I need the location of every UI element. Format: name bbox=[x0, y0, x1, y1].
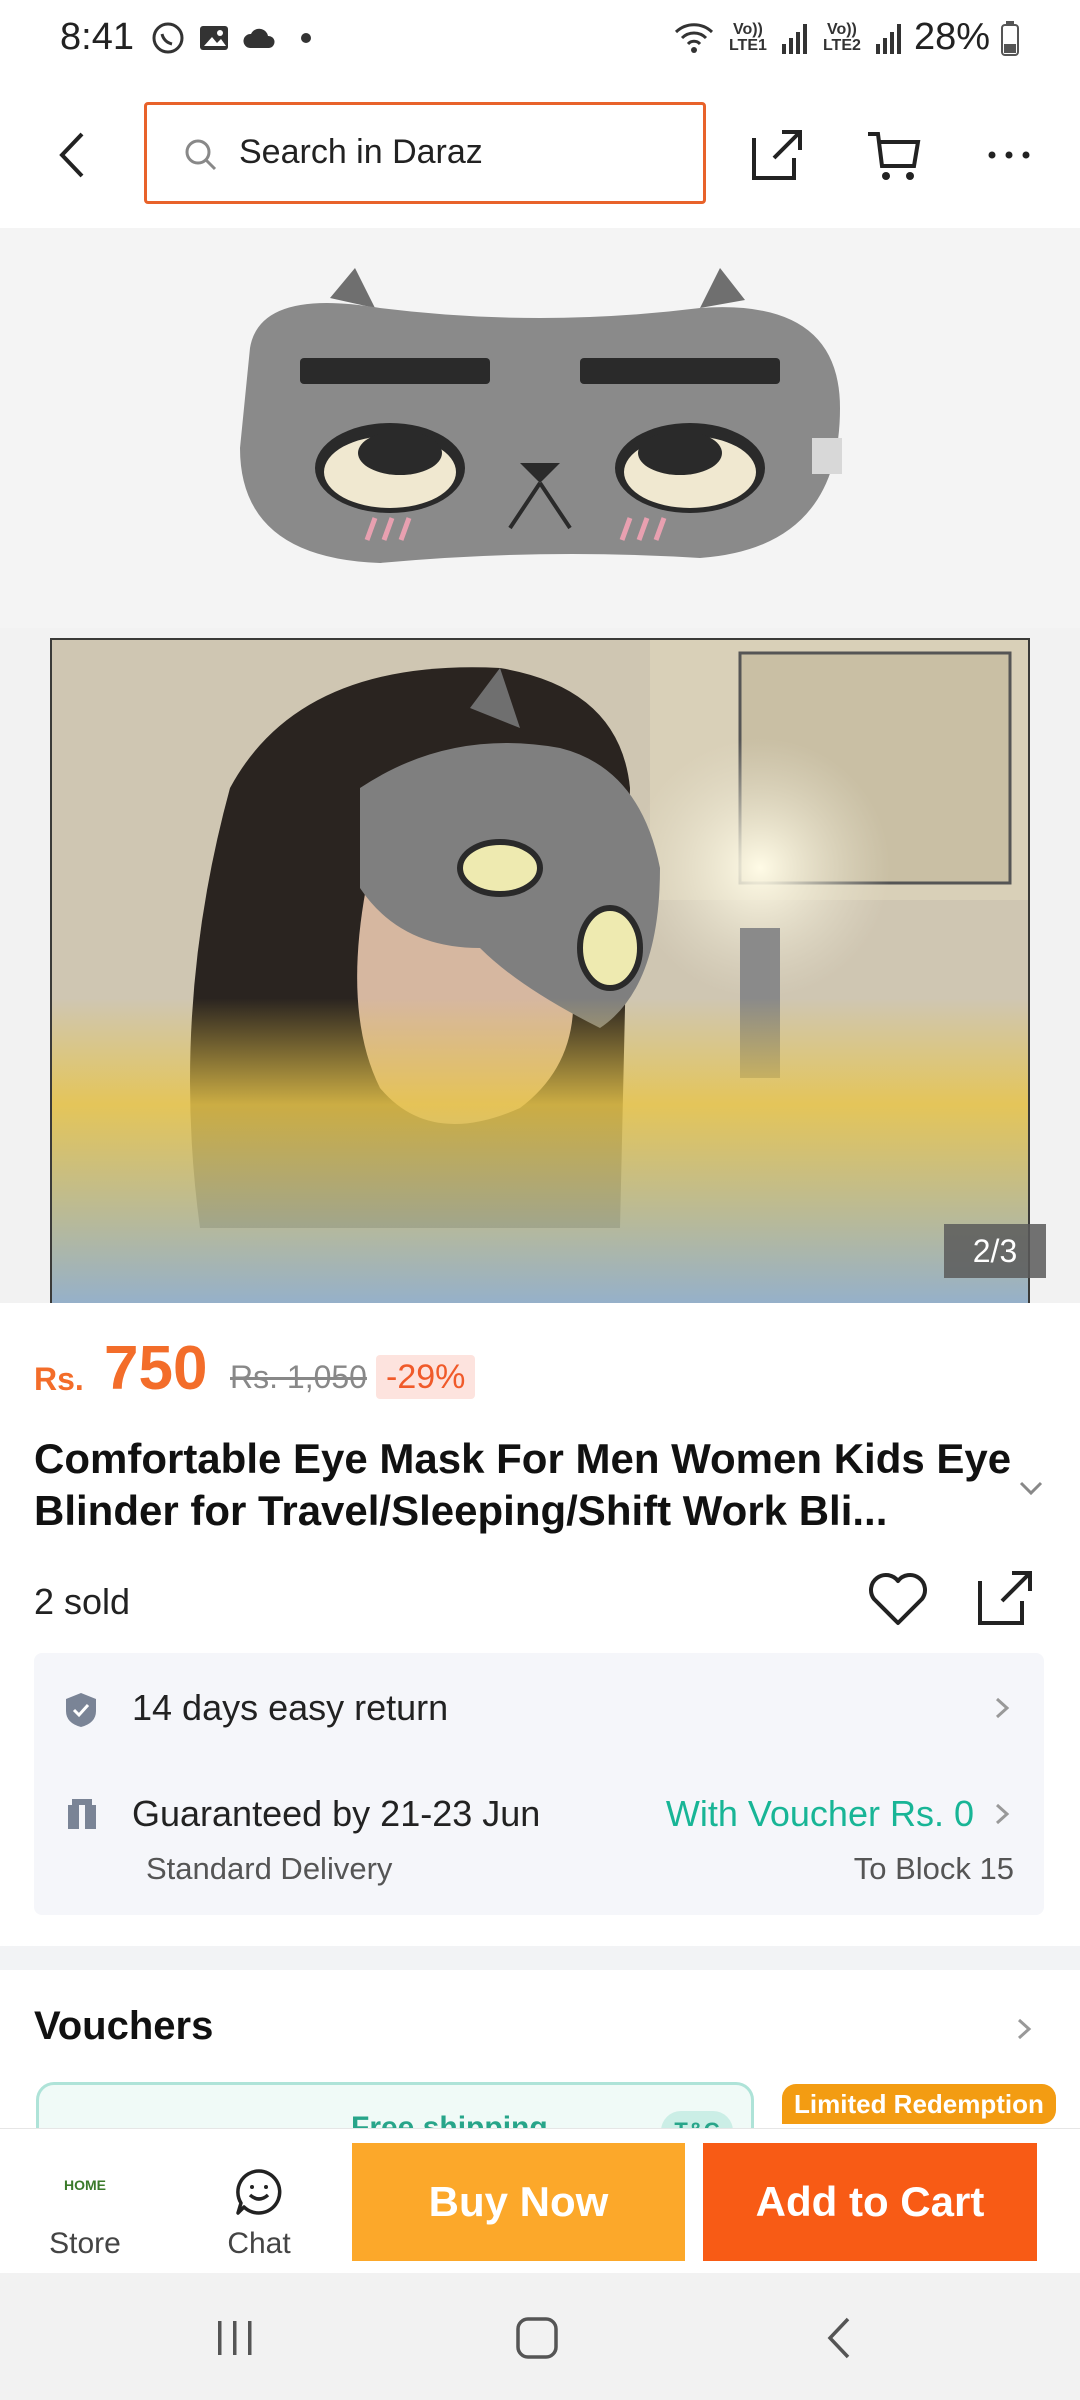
notification-icons bbox=[150, 20, 324, 56]
chevron-right-icon[interactable] bbox=[1012, 2014, 1036, 2044]
section-divider bbox=[0, 1946, 1080, 1970]
buy-now-button[interactable]: Buy Now bbox=[352, 2143, 685, 2261]
recent-apps-icon[interactable] bbox=[210, 2313, 260, 2363]
shield-check-icon bbox=[66, 1693, 96, 1727]
package-icon bbox=[68, 1799, 96, 1829]
dot-icon bbox=[301, 33, 311, 43]
wifi-icon bbox=[674, 22, 713, 53]
signal-icon bbox=[875, 23, 901, 54]
home-icon[interactable] bbox=[512, 2313, 562, 2363]
vouchers-title[interactable]: Vouchers bbox=[34, 2004, 213, 2049]
sold-count: 2 sold bbox=[34, 1581, 131, 1622]
guarantee-text: Guaranteed by 21-23 Jun bbox=[132, 1793, 541, 1834]
return-policy-row[interactable]: 14 days easy return bbox=[34, 1653, 1044, 1763]
search-placeholder: Search in Daraz bbox=[239, 133, 483, 171]
status-right: Vo)) LTE1 Vo)) LTE2 28% bbox=[672, 16, 1020, 59]
product-image-gallery[interactable]: 2/3 bbox=[0, 228, 1080, 1303]
delivery-card: 14 days easy return Guaranteed by 21-23 … bbox=[34, 1653, 1044, 1915]
status-bar: 8:41 Vo)) LTE1 Vo)) LTE2 28% bbox=[0, 0, 1080, 80]
top-nav: Search in Daraz bbox=[0, 80, 1080, 225]
chevron-right-icon bbox=[995, 1803, 1010, 1825]
bottom-action-bar: HOME Store Chat Buy Now Add to Cart bbox=[0, 2128, 1080, 2273]
heart-icon[interactable] bbox=[866, 1569, 930, 1629]
chevron-right-icon bbox=[995, 1697, 1010, 1719]
store-logo: HOME bbox=[64, 2177, 106, 2193]
whatsapp-icon bbox=[152, 22, 184, 54]
product-image bbox=[0, 228, 1080, 1303]
lte2-label: Vo)) LTE2 bbox=[822, 20, 861, 54]
original-price: Rs. 1,050 bbox=[230, 1359, 367, 1395]
vouchers-section: Vouchers Free shipping T&C Limited Redem… bbox=[0, 1970, 1080, 2130]
product-title[interactable]: Comfortable Eye Mask For Men Women Kids … bbox=[34, 1433, 1014, 1537]
limited-redemption-tag: Limited Redemption bbox=[782, 2084, 1056, 2124]
discount-badge: -29% bbox=[376, 1355, 476, 1399]
share-icon[interactable] bbox=[974, 1565, 1038, 1629]
status-time: 8:41 bbox=[60, 16, 134, 58]
system-nav-bar bbox=[0, 2273, 1080, 2400]
chat-button[interactable]: Chat bbox=[194, 2129, 324, 2274]
share-icon[interactable] bbox=[748, 124, 808, 184]
back-icon[interactable] bbox=[48, 120, 98, 190]
cloud-icon bbox=[243, 28, 275, 48]
add-to-cart-button[interactable]: Add to Cart bbox=[703, 2143, 1037, 2261]
battery-icon bbox=[1001, 20, 1019, 56]
chat-icon bbox=[236, 2169, 282, 2215]
search-icon bbox=[185, 139, 217, 171]
chevron-down-icon[interactable] bbox=[1016, 1473, 1046, 1503]
battery-percent: 28% bbox=[913, 16, 990, 58]
price-currency: Rs. bbox=[34, 1361, 84, 1397]
store-button[interactable]: HOME Store bbox=[20, 2129, 150, 2274]
gallery-icon bbox=[200, 26, 228, 50]
shipping-row[interactable]: Guaranteed by 21-23 Jun Standard Deliver… bbox=[34, 1763, 1044, 1915]
product-details: Rs. 750 Rs. 1,050 -29% Comfortable Eye M… bbox=[0, 1303, 1080, 1953]
return-text: 14 days easy return bbox=[132, 1687, 449, 1728]
delivery-type: Standard Delivery bbox=[146, 1851, 393, 1886]
delivery-location: To Block 15 bbox=[853, 1851, 1014, 1886]
cart-icon[interactable] bbox=[864, 124, 924, 184]
back-nav-icon[interactable] bbox=[820, 2313, 860, 2363]
store-label: Store bbox=[49, 2227, 121, 2260]
voucher-text: With Voucher Rs. 0 bbox=[665, 1793, 974, 1834]
chat-label: Chat bbox=[227, 2227, 291, 2260]
voucher-card[interactable]: Free shipping T&C bbox=[36, 2082, 754, 2130]
signal-icon bbox=[781, 23, 807, 54]
more-icon[interactable] bbox=[984, 140, 1034, 170]
price: 750 bbox=[104, 1334, 208, 1403]
lte1-label: Vo)) LTE1 bbox=[728, 20, 767, 54]
image-counter: 2/3 bbox=[944, 1224, 1046, 1278]
search-input[interactable]: Search in Daraz bbox=[144, 102, 706, 204]
